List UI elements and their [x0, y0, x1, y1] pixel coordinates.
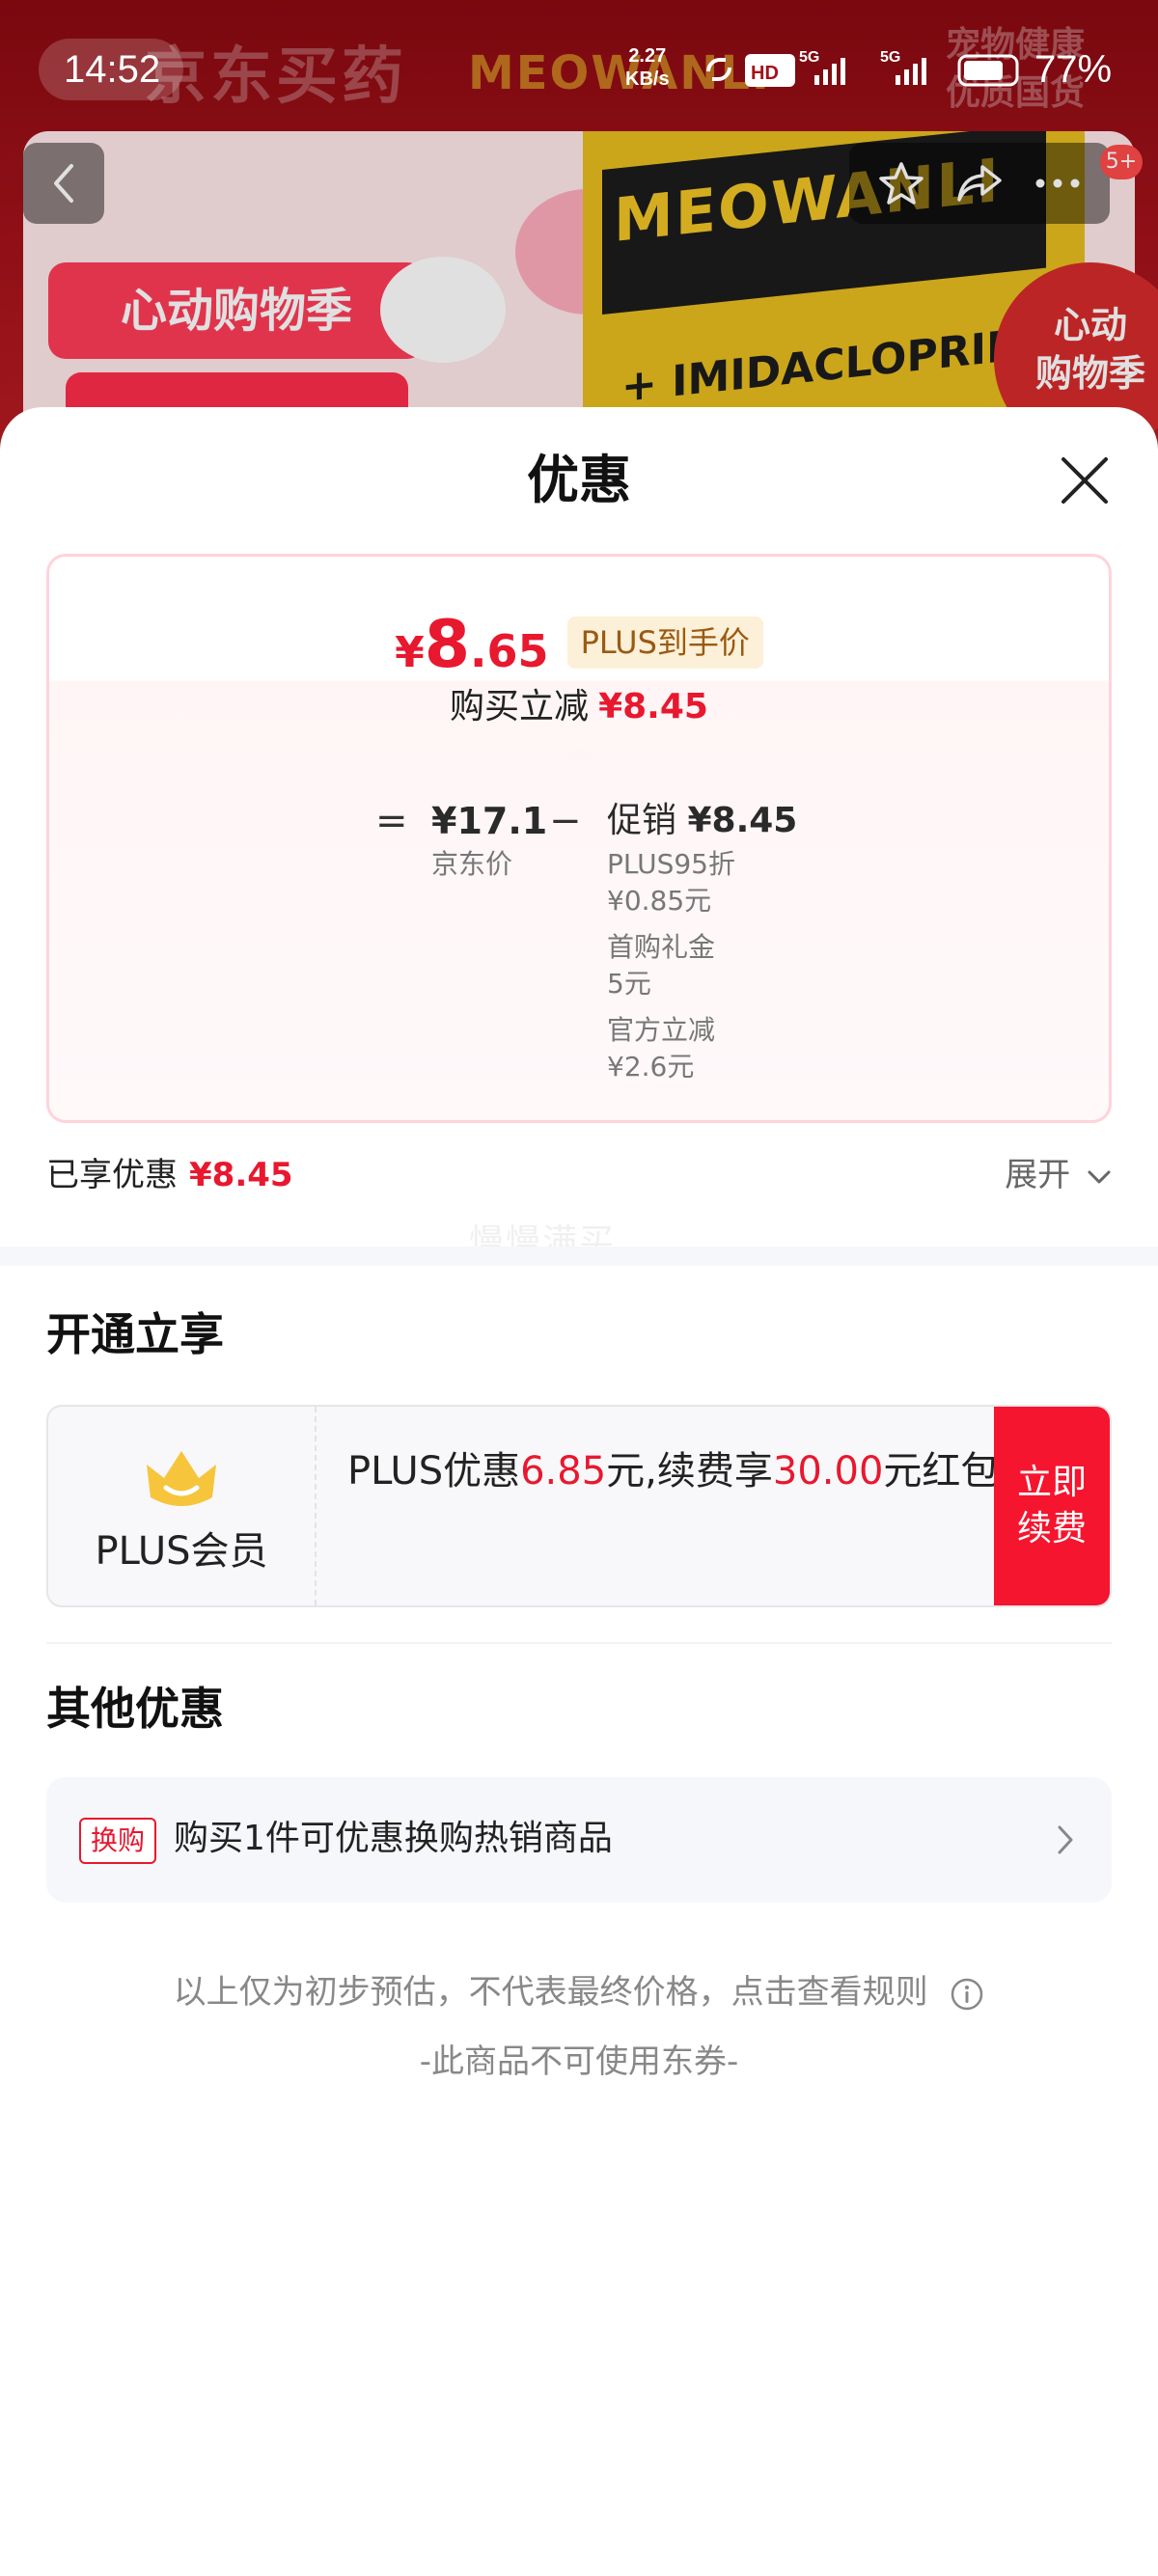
promo-item-name: PLUS95折 [607, 848, 735, 880]
renew-button-line1: 立即 [1016, 1463, 1087, 1502]
final-price-integer: 8 [424, 607, 471, 683]
network-speed-value: 2.27 [628, 45, 667, 67]
rules-link[interactable]: 以上仅为初步预估，不代表最终价格，点击查看规则 [0, 1970, 1158, 2014]
plus-member-name: PLUS会员 [95, 1529, 268, 1574]
promo-item-name: 首购礼金 [607, 931, 716, 963]
jd-price-label: 京东价 [431, 848, 513, 880]
svg-text:5G: 5G [799, 49, 819, 66]
renew-now-button[interactable]: 立即 续费 [994, 1407, 1110, 1605]
rules-note-text: 以上仅为初步预估，不代表最终价格，点击查看规则 [173, 1973, 928, 2012]
promo-block: 促销 ¥8.45 PLUS95折 ¥0.85元 首购礼金 5元 官方立减 ¥2.… [607, 796, 797, 1085]
promo-item: PLUS95折 ¥0.85元 [607, 846, 797, 919]
svg-text:HD: HD [751, 63, 779, 84]
info-icon [951, 1978, 983, 2010]
other-section-title: 其他优惠 [46, 1683, 224, 1735]
jd-price-block: ¥17.1 京东价 [431, 796, 547, 883]
promo-item-amount: ¥0.85元 [607, 885, 712, 917]
discount-sheet: 优惠 ¥8.65 PLUS到手价 购买立减 ¥8.45 = ¥17.1 京东价 −… [0, 407, 1158, 2576]
promo-label: 促销 [607, 801, 677, 840]
enjoyed-discount: 已享优惠 ¥8.45 [46, 1152, 293, 1198]
plus-desc-prefix: PLUS优惠 [347, 1449, 521, 1494]
coupon-restriction-note: -此商品不可使用东券- [419, 2042, 739, 2081]
network-speed-unit: KB/s [625, 69, 670, 90]
plus-desc-discount: 6.85 [520, 1449, 607, 1494]
discount-label: 购买立减 [450, 687, 590, 726]
final-price-symbol: ¥ [395, 628, 425, 677]
plus-member-description: PLUS优惠6.85元,续费享30.00元红包 [347, 1445, 1023, 1497]
promo-item-name: 官方立减 [607, 1014, 716, 1046]
promo-value: ¥8.45 [687, 801, 798, 840]
plus-desc-suffix: 元红包 [883, 1449, 1000, 1494]
promo-item: 首购礼金 5元 [607, 929, 797, 1002]
thin-divider [46, 1642, 1112, 1644]
final-price-decimal: .65 [470, 625, 549, 677]
price-breakdown-card: ¥8.65 PLUS到手价 购买立减 ¥8.45 = ¥17.1 京东价 − 促销… [46, 554, 1112, 1123]
enjoyed-label: 已享优惠 [46, 1156, 178, 1194]
section-divider [0, 1247, 1158, 1266]
jd-price-value: ¥17.1 [431, 800, 548, 842]
plus-member-badge: PLUS会员 [48, 1407, 317, 1605]
crown-icon [147, 1451, 216, 1506]
status-bar: 14:52 2.27 KB/s HD 5G 5G 77% [0, 39, 1158, 100]
open-section-title: 开通立享 [46, 1308, 224, 1360]
promo-item-amount: 5元 [607, 968, 651, 1000]
equals-sign: = [375, 799, 408, 843]
expand-label: 展开 [1005, 1156, 1071, 1194]
chevron-right-icon [1058, 1825, 1073, 1854]
plus-desc-mid: 元,续费享 [606, 1449, 773, 1494]
final-price: ¥8.65 [395, 607, 548, 683]
renew-button-line2: 续费 [1016, 1509, 1087, 1548]
plus-desc-redpacket: 30.00 [772, 1449, 884, 1494]
sheet-title: 优惠 [527, 450, 631, 510]
discount-summary: 购买立减 ¥8.45 [49, 684, 1109, 730]
close-icon[interactable] [1058, 453, 1112, 507]
promo-item-amount: ¥2.6元 [607, 1051, 695, 1082]
caret-pointer [565, 746, 595, 761]
plus-member-card: PLUS会员 PLUS优惠6.85元,续费享30.00元红包 立即 续费 [46, 1405, 1112, 1607]
enjoyed-value: ¥8.45 [189, 1156, 293, 1194]
chevron-down-icon [1088, 1170, 1111, 1183]
status-time: 14:52 [64, 48, 161, 91]
expand-button[interactable]: 展开 [1005, 1152, 1112, 1198]
signal-icons: HD 5G 5G [706, 49, 1019, 87]
discount-value: ¥8.45 [598, 687, 708, 726]
promo-item: 官方立减 ¥2.6元 [607, 1012, 797, 1085]
final-price-row: ¥8.65 PLUS到手价 [49, 607, 1109, 683]
plus-price-tag: PLUS到手价 [566, 617, 763, 669]
exchange-offer-text: 购买1件可优惠换购热销商品 [174, 1819, 613, 1858]
exchange-offer-row[interactable]: 换购 购买1件可优惠换购热销商品 [46, 1777, 1112, 1903]
svg-text:5G: 5G [880, 49, 900, 66]
minus-sign: − [549, 799, 582, 843]
network-speed: 2.27 KB/s [625, 44, 670, 91]
promo-header: 促销 ¥8.45 [607, 796, 797, 846]
battery-level: 77% [1034, 48, 1113, 91]
exchange-tag: 换购 [79, 1818, 157, 1864]
